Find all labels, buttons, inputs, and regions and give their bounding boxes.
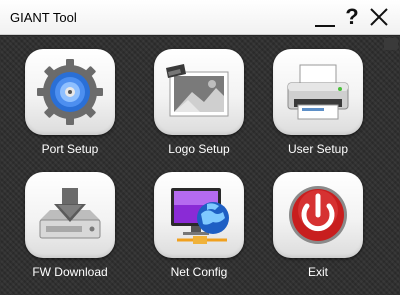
user-setup-tile (273, 49, 363, 135)
net-config-button[interactable]: Net Config (149, 172, 249, 279)
logo-setup-tile (154, 49, 244, 135)
scrollbar[interactable] (384, 38, 398, 50)
fw-download-button[interactable]: FW Download (20, 172, 120, 279)
fw-download-tile (25, 172, 115, 258)
minimize-icon (315, 25, 335, 27)
fw-download-label: FW Download (32, 265, 108, 279)
net-config-label: Net Config (170, 265, 228, 279)
download-drive-icon (39, 188, 101, 239)
logo-setup-label: Logo Setup (168, 142, 230, 156)
net-config-tile (154, 172, 244, 258)
user-setup-label: User Setup (287, 142, 349, 156)
exit-label: Exit (307, 265, 328, 279)
logo-setup-button[interactable]: Logo Setup (149, 49, 249, 156)
minimize-button[interactable] (312, 2, 338, 32)
close-icon (370, 8, 388, 26)
exit-button[interactable]: Exit (268, 172, 368, 279)
logo-image-icon (166, 64, 229, 117)
printer-icon (287, 64, 349, 120)
port-setup-button[interactable]: Port Setup (20, 49, 120, 156)
user-setup-button[interactable]: User Setup (268, 49, 368, 156)
power-icon (289, 186, 347, 244)
window-title: GIANT Tool (10, 10, 77, 25)
port-setup-label: Port Setup (41, 142, 99, 156)
help-button[interactable]: ? (339, 2, 365, 32)
title-bar: GIANT Tool ? (0, 0, 400, 35)
gear-disc-icon (37, 59, 103, 125)
help-icon: ? (345, 4, 359, 29)
close-button[interactable] (366, 2, 392, 32)
port-setup-tile (25, 49, 115, 135)
network-monitor-icon (171, 188, 229, 244)
app-window: GIANT Tool ? Port Setup Logo Setup User … (0, 0, 400, 295)
exit-tile (273, 172, 363, 258)
